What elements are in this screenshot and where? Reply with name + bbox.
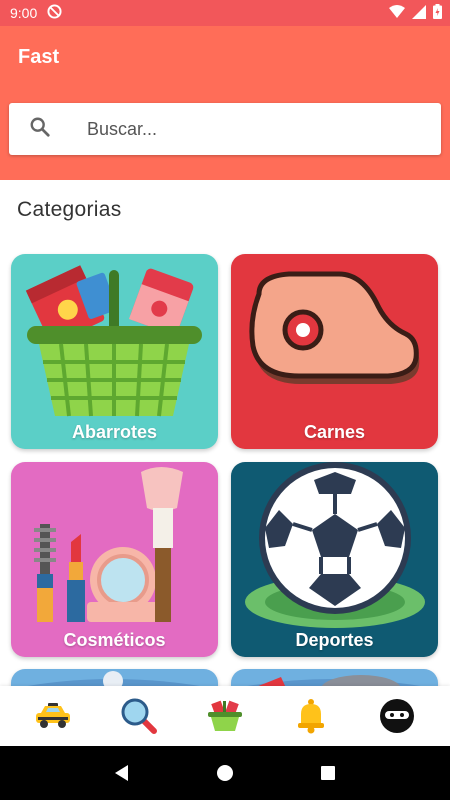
status-time: 9:00 bbox=[10, 5, 38, 21]
wifi-icon bbox=[389, 4, 405, 22]
category-card-abarrotes[interactable]: Abarrotes bbox=[11, 254, 218, 449]
category-label: Carnes bbox=[303, 422, 366, 442]
category-card-carnes[interactable]: Carnes bbox=[231, 254, 438, 449]
bottom-navigation bbox=[0, 686, 450, 746]
app-header: Fast bbox=[0, 26, 450, 180]
makeup-icon bbox=[34, 467, 183, 622]
nav-profile[interactable] bbox=[373, 692, 421, 740]
category-label: Cosméticos bbox=[63, 630, 166, 650]
recents-button[interactable] bbox=[313, 758, 343, 788]
app-title: Fast bbox=[18, 46, 60, 68]
ninja-icon bbox=[380, 699, 414, 733]
bell-icon bbox=[298, 699, 324, 734]
back-triangle-icon bbox=[114, 765, 128, 781]
dnd-icon bbox=[47, 4, 62, 22]
battery-icon bbox=[433, 4, 442, 22]
signal-icon bbox=[412, 4, 426, 22]
category-card-deportes[interactable]: Deportes bbox=[231, 462, 438, 657]
taxi-icon bbox=[36, 703, 70, 728]
search-icon bbox=[9, 116, 51, 143]
nav-notifications[interactable] bbox=[287, 692, 335, 740]
search-input[interactable] bbox=[87, 118, 387, 140]
home-circle-icon bbox=[216, 765, 233, 781]
magnifier-icon bbox=[121, 698, 157, 734]
nav-search[interactable] bbox=[115, 692, 163, 740]
category-label: Abarrotes bbox=[71, 422, 158, 442]
status-bar: 9:00 bbox=[0, 0, 450, 26]
back-button[interactable] bbox=[107, 758, 137, 788]
search-bar[interactable] bbox=[9, 103, 441, 155]
category-card-cosmeticos[interactable]: Cosméticos bbox=[11, 462, 218, 657]
basket-icon bbox=[208, 700, 242, 731]
recents-square-icon bbox=[321, 766, 336, 780]
soccer-ball-icon bbox=[245, 462, 425, 628]
system-navigation-bar bbox=[0, 746, 450, 800]
steak-icon bbox=[249, 271, 420, 384]
home-button[interactable] bbox=[210, 758, 240, 788]
grocery-basket-icon bbox=[25, 265, 202, 417]
category-label: Deportes bbox=[295, 630, 374, 650]
nav-taxi[interactable] bbox=[29, 692, 77, 740]
nav-basket[interactable] bbox=[201, 692, 249, 740]
section-title: Categorias bbox=[17, 198, 122, 221]
